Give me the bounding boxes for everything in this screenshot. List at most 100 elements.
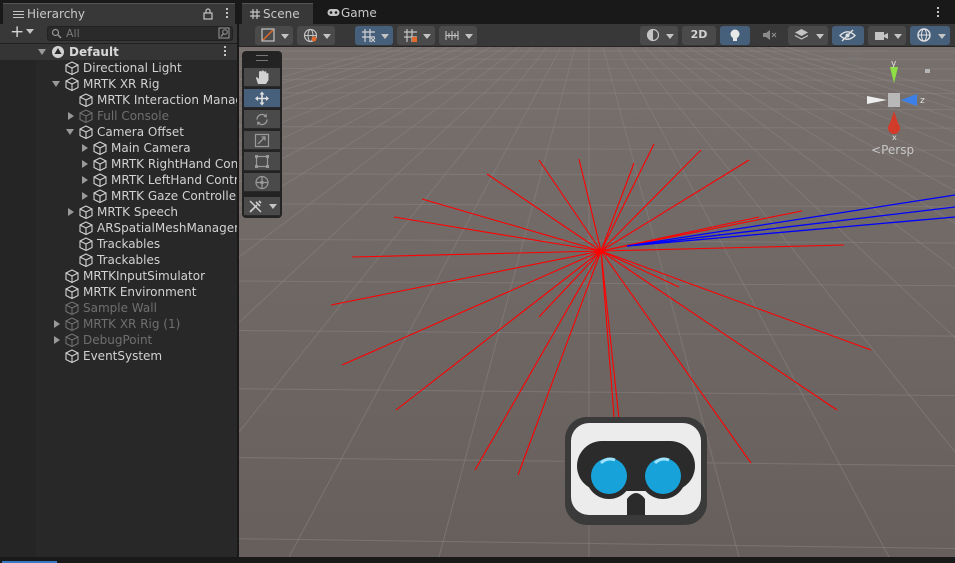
lightbulb-icon bbox=[730, 29, 740, 41]
hierarchy-item[interactable]: Camera Offset bbox=[0, 124, 237, 140]
grid-visibility-toggle[interactable] bbox=[355, 26, 393, 45]
draw-mode-dropdown[interactable] bbox=[255, 26, 293, 45]
expand-down-icon[interactable] bbox=[38, 49, 46, 55]
hierarchy-tab-bar: Hierarchy bbox=[0, 0, 237, 24]
scene-header-row[interactable]: Default bbox=[0, 44, 237, 60]
scene-viewport[interactable]: y z x <Persp bbox=[239, 47, 955, 557]
cube-icon bbox=[65, 349, 79, 364]
hierarchy-item-label: DebugPoint bbox=[83, 333, 153, 347]
custom-tool-button[interactable] bbox=[244, 197, 280, 216]
scene-search-icon[interactable] bbox=[218, 27, 230, 39]
gizmo-handle[interactable] bbox=[925, 69, 930, 73]
draw-mode-shading-dropdown[interactable] bbox=[640, 26, 678, 45]
expand-right-icon[interactable] bbox=[82, 176, 88, 184]
transform-icon bbox=[255, 175, 269, 190]
hierarchy-item[interactable]: MRTKInputSimulator bbox=[0, 268, 237, 284]
scene-menu-icon[interactable] bbox=[936, 7, 940, 19]
expand-right-icon[interactable] bbox=[68, 112, 74, 120]
hierarchy-item-label: Main Camera bbox=[111, 141, 191, 155]
scene-canvas[interactable] bbox=[239, 47, 955, 557]
scene-menu-icon[interactable] bbox=[223, 46, 227, 58]
gizmo-z-axis[interactable] bbox=[901, 94, 917, 106]
cube-icon bbox=[65, 77, 79, 92]
expand-right-icon[interactable] bbox=[82, 160, 88, 168]
cube-icon bbox=[93, 173, 107, 188]
hierarchy-item[interactable]: Sample Wall bbox=[0, 300, 237, 316]
grid-snapping-toggle[interactable] bbox=[397, 26, 435, 45]
gizmo-center-cube[interactable] bbox=[888, 93, 900, 107]
hierarchy-menu-icon[interactable] bbox=[225, 8, 229, 20]
gizmo-grip[interactable] bbox=[847, 53, 861, 58]
sphere-icon bbox=[646, 28, 660, 42]
hierarchy-item[interactable]: MRTK Speech bbox=[0, 204, 237, 220]
expand-down-icon[interactable] bbox=[52, 81, 60, 87]
gizmo-neg-z-axis[interactable] bbox=[867, 96, 887, 104]
scale-tool-button[interactable] bbox=[244, 131, 280, 150]
hierarchy-item[interactable]: MRTK XR Rig (1) bbox=[0, 316, 237, 332]
lock-icon[interactable] bbox=[203, 8, 213, 20]
tab-scene-label: Scene bbox=[263, 7, 300, 21]
hierarchy-toolbar: + bbox=[0, 22, 237, 44]
hierarchy-item[interactable]: Directional Light bbox=[0, 60, 237, 76]
rect-transform-icon bbox=[255, 155, 269, 168]
cube-icon bbox=[93, 141, 107, 156]
rotate-tool-button[interactable] bbox=[244, 110, 280, 129]
hierarchy-item[interactable]: MRTK Interaction Manag bbox=[0, 92, 237, 108]
hierarchy-item[interactable]: Trackables bbox=[0, 252, 237, 268]
expand-right-icon[interactable] bbox=[82, 192, 88, 200]
hierarchy-item[interactable]: DebugPoint bbox=[0, 332, 237, 348]
move-tool-button[interactable] bbox=[244, 89, 280, 108]
expand-right-icon[interactable] bbox=[54, 336, 60, 344]
expand-down-icon[interactable] bbox=[66, 129, 74, 135]
hierarchy-item-label: MRTKInputSimulator bbox=[83, 269, 206, 283]
gamepad-icon bbox=[327, 9, 340, 16]
expand-right-icon[interactable] bbox=[68, 208, 74, 216]
gizmos-dropdown[interactable] bbox=[910, 26, 950, 45]
create-button[interactable]: + bbox=[8, 22, 38, 44]
2d-label: 2D bbox=[690, 28, 708, 41]
cube-icon bbox=[79, 221, 93, 236]
chevron-down-icon bbox=[281, 34, 289, 39]
cube-icon bbox=[65, 333, 79, 348]
cube-icon bbox=[79, 109, 93, 124]
audio-toggle[interactable] bbox=[754, 26, 784, 45]
hierarchy-item[interactable]: MRTK Gaze Controller bbox=[0, 188, 237, 204]
tools-icon bbox=[249, 200, 262, 213]
effects-dropdown[interactable] bbox=[788, 26, 828, 45]
transform-tool-button[interactable] bbox=[244, 173, 280, 192]
hierarchy-item[interactable]: MRTK RightHand Cont bbox=[0, 156, 237, 172]
tab-game[interactable]: Game bbox=[319, 3, 379, 24]
global-view-dropdown[interactable] bbox=[297, 26, 335, 45]
expand-right-icon[interactable] bbox=[82, 144, 88, 152]
view-tool-button[interactable] bbox=[244, 68, 280, 87]
hierarchy-item[interactable]: Full Console bbox=[0, 108, 237, 124]
search-input[interactable] bbox=[66, 27, 211, 40]
hierarchy-item[interactable]: MRTK Environment bbox=[0, 284, 237, 300]
camera-settings-dropdown[interactable] bbox=[868, 26, 906, 45]
lighting-toggle[interactable] bbox=[720, 26, 750, 45]
rect-tool-button[interactable] bbox=[244, 152, 280, 171]
hierarchy-item[interactable]: Trackables bbox=[0, 236, 237, 252]
hierarchy-item[interactable]: Main Camera bbox=[0, 140, 237, 156]
hierarchy-search[interactable] bbox=[47, 26, 233, 41]
tab-scene[interactable]: Scene bbox=[242, 3, 313, 24]
increment-snapping-dropdown[interactable] bbox=[439, 26, 477, 45]
chevron-down-icon bbox=[465, 34, 473, 39]
hierarchy-item[interactable]: MRTK LeftHand Contro bbox=[0, 172, 237, 188]
hierarchy-item-label: Sample Wall bbox=[83, 301, 157, 315]
perspective-toggle[interactable]: <Persp bbox=[871, 143, 914, 157]
hierarchy-item[interactable]: MRTK XR Rig bbox=[0, 76, 237, 92]
vr-headset-icon[interactable] bbox=[565, 417, 707, 525]
palette-grip[interactable] bbox=[256, 55, 268, 61]
perspective-arrow-icon: < bbox=[871, 143, 882, 157]
scene-visibility-toggle[interactable] bbox=[832, 26, 864, 45]
orientation-gizmo[interactable]: y z x bbox=[859, 61, 949, 141]
expand-right-icon[interactable] bbox=[54, 320, 60, 328]
hierarchy-tab[interactable]: Hierarchy bbox=[3, 3, 235, 24]
gizmo-z-label: z bbox=[920, 96, 925, 106]
gizmo-x-label: x bbox=[892, 133, 897, 141]
hierarchy-item[interactable]: ARSpatialMeshManager bbox=[0, 220, 237, 236]
hierarchy-item-label: MRTK Gaze Controller bbox=[111, 189, 237, 203]
hierarchy-item[interactable]: EventSystem bbox=[0, 348, 237, 364]
2d-mode-toggle[interactable]: 2D bbox=[682, 26, 716, 45]
